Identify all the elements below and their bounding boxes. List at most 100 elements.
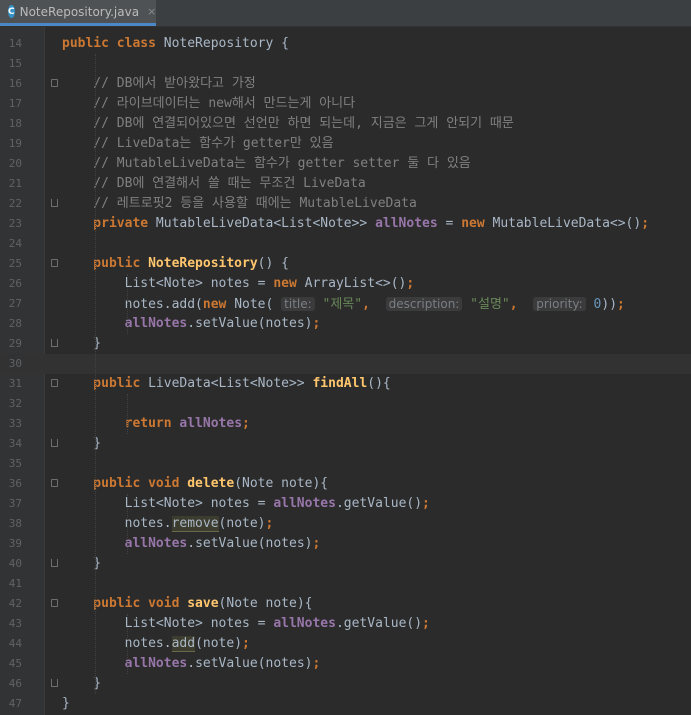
code-text: allNotes.setValue(notes); <box>62 534 321 554</box>
code-text: allNotes.setValue(notes); <box>62 654 321 674</box>
code-token: add <box>171 636 196 652</box>
code-line[interactable]: 16 // DB에서 받아왔다고 가정 <box>0 74 691 94</box>
code-line[interactable]: 36 public void delete(Note note){ <box>0 474 691 494</box>
code-line[interactable]: 14 public class NoteRepository { <box>0 34 691 54</box>
line-number: 42 <box>8 597 22 610</box>
code-line[interactable]: 44 notes.add(note); <box>0 634 691 654</box>
fold-close-icon[interactable] <box>51 199 58 207</box>
code-line[interactable]: 46 } <box>0 674 691 694</box>
code-text: public class NoteRepository { <box>62 34 289 54</box>
code-line[interactable]: 35 <box>0 454 691 474</box>
code-editor[interactable]: 14 public class NoteRepository { 15 16 // D… <box>0 27 691 715</box>
fold-close-icon[interactable] <box>51 339 58 347</box>
code-line[interactable]: 40 } <box>0 554 691 574</box>
code-line[interactable]: 17 // 라이브데이터는 new해서 만드는게 아니다 <box>0 94 691 114</box>
code-line[interactable]: 19 // LiveData는 함수가 getter만 있음 <box>0 134 691 154</box>
code-line[interactable]: 33 return allNotes; <box>0 414 691 434</box>
parameter-hint: title: <box>281 297 315 311</box>
code-line[interactable]: 39 allNotes.setValue(notes); <box>0 534 691 554</box>
code-line[interactable]: 32 <box>0 394 691 414</box>
code-line[interactable]: 42 public void save(Note note){ <box>0 594 691 614</box>
code-token: .getValue() <box>335 616 423 631</box>
line-number: 22 <box>8 197 22 210</box>
code-line[interactable]: 25 public NoteRepository() { <box>0 254 691 274</box>
fold-open-icon[interactable] <box>51 79 58 87</box>
line-number: 27 <box>8 297 22 310</box>
code-token: NoteRepository <box>148 256 258 271</box>
code-line[interactable]: 27 notes.add(new Note( title: "제목", desc… <box>0 294 691 314</box>
indent-guide <box>127 274 128 334</box>
line-number: 40 <box>8 557 22 570</box>
code-line[interactable]: 43 List<Note> notes = allNotes.getValue(… <box>0 614 691 634</box>
fold-close-icon[interactable] <box>51 439 58 447</box>
code-token: delete <box>187 476 235 491</box>
fold-close-icon[interactable] <box>51 559 58 567</box>
code-line[interactable]: 26 List<Note> notes = new ArrayList<>(); <box>0 274 691 294</box>
code-token: 0 <box>585 297 602 312</box>
code-line[interactable]: 30 <box>0 354 691 374</box>
code-token: List<Note> notes = <box>62 496 274 511</box>
code-line[interactable]: 45 allNotes.setValue(notes); <box>0 654 691 674</box>
line-number: 43 <box>8 617 22 630</box>
code-line[interactable]: 18 // DB에 연결되어있으면 선언만 하면 되는데, 지금은 그게 안되기… <box>0 114 691 134</box>
line-number: 47 <box>8 697 22 710</box>
code-token: return <box>62 416 180 431</box>
fold-open-icon[interactable] <box>51 259 58 267</box>
code-token: List<Note> notes = <box>62 276 274 291</box>
fold-open-icon[interactable] <box>51 599 58 607</box>
fold-open-icon[interactable] <box>51 479 58 487</box>
code-token: "설명" <box>462 297 510 312</box>
line-number: 33 <box>8 417 22 430</box>
code-line[interactable]: 24 <box>0 234 691 254</box>
code-token: // DB에 연결되어있으면 선언만 하면 되는데, 지금은 그게 안되기 때문 <box>62 116 514 131</box>
line-number: 44 <box>8 637 22 650</box>
code-token: // MutableLiveData는 함수가 getter setter 둘 … <box>62 156 471 171</box>
code-token: ; <box>242 636 250 651</box>
code-token: } <box>62 696 70 711</box>
code-line[interactable]: 29 } <box>0 334 691 354</box>
code-line[interactable]: 28 allNotes.setValue(notes); <box>0 314 691 334</box>
tab-note-repository[interactable]: C NoteRepository.java × <box>0 0 156 26</box>
line-number: 24 <box>8 237 22 250</box>
code-line[interactable]: 31 public LiveData<List<Note>> findAll()… <box>0 374 691 394</box>
code-token: LiveData<List<Note>> <box>148 376 313 391</box>
code-line[interactable]: 41 <box>0 574 691 594</box>
code-line[interactable]: 23 private MutableLiveData<List<Note>> a… <box>0 214 691 234</box>
code-token: .setValue(notes) <box>187 536 313 551</box>
code-token: save <box>187 596 219 611</box>
code-line[interactable]: 34 } <box>0 434 691 454</box>
code-line[interactable]: 22 // 레트로핏2 등을 사용할 때에는 MutableLiveData <box>0 194 691 214</box>
fold-close-icon[interactable] <box>51 679 58 687</box>
code-token: // DB에 연결해서 쓸 때는 무조건 LiveData <box>62 176 366 191</box>
code-token: public void <box>62 476 188 491</box>
code-text: // DB에 연결해서 쓸 때는 무조건 LiveData <box>62 174 366 194</box>
tab-filename: NoteRepository.java <box>19 4 140 19</box>
code-token: ; <box>312 656 321 671</box>
code-line[interactable]: 20 // MutableLiveData는 함수가 getter setter… <box>0 154 691 174</box>
code-token: (){ <box>367 376 391 391</box>
fold-open-icon[interactable] <box>51 379 58 387</box>
code-line[interactable]: 37 List<Note> notes = allNotes.getValue(… <box>0 494 691 514</box>
indent-guide <box>95 54 96 694</box>
code-line[interactable]: 47} <box>0 694 691 714</box>
line-number: 19 <box>8 137 22 150</box>
code-token: ; <box>641 216 650 231</box>
line-number: 36 <box>8 477 22 490</box>
close-tab-icon[interactable]: × <box>147 5 156 18</box>
line-number: 29 <box>8 337 22 350</box>
code-text: public NoteRepository() { <box>62 254 289 274</box>
line-number: 34 <box>8 437 22 450</box>
code-token: )) <box>601 297 618 312</box>
code-token: , <box>362 297 386 312</box>
code-token: .setValue(notes) <box>187 316 313 331</box>
line-number: 38 <box>8 517 22 530</box>
code-token: private <box>62 216 156 231</box>
code-token: () { <box>257 256 289 271</box>
line-number: 15 <box>8 57 22 70</box>
code-line[interactable]: 15 <box>0 54 691 74</box>
code-line[interactable]: 21 // DB에 연결해서 쓸 때는 무조건 LiveData <box>0 174 691 194</box>
line-number: 14 <box>8 37 22 50</box>
code-line[interactable]: 38 notes.remove(note); <box>0 514 691 534</box>
